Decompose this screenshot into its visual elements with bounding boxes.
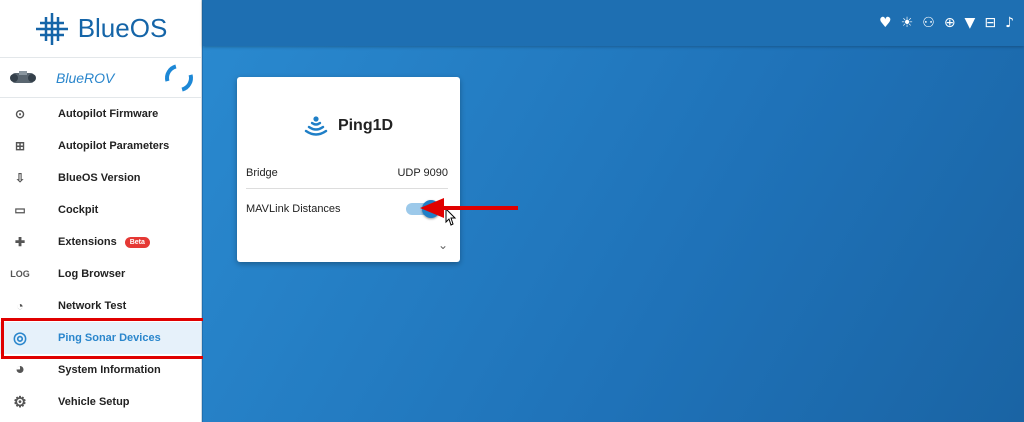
sidebar-item-cockpit[interactable]: ▭ Cockpit <box>0 194 201 226</box>
logo-text: BlueOS <box>77 13 168 43</box>
red-arrow-annotation <box>420 198 518 218</box>
network-icon[interactable]: ⊟ <box>984 14 996 32</box>
heart-pulse-icon[interactable]: ♥ <box>879 14 892 32</box>
sidebar-menu: ⊙ Autopilot Firmware ⊞ Autopilot Paramet… <box>0 98 201 418</box>
sidebar: BlueOS BlueROV ⊙ Autopilot Firmware ⊞ Au… <box>0 0 206 422</box>
sidebar-item-autopilot-parameters[interactable]: ⊞ Autopilot Parameters <box>0 130 201 162</box>
logo[interactable]: BlueOS <box>0 0 201 58</box>
sidebar-item-label: Network Test <box>58 300 127 312</box>
bridge-value: UDP 9090 <box>397 166 448 179</box>
speedometer-icon: ◔ <box>16 299 24 313</box>
rov-icon <box>10 70 36 83</box>
ping-device-card: Ping1D Bridge UDP 9090 MAVLink Distances… <box>237 77 460 262</box>
chevron-down-icon[interactable]: ⌄ <box>438 238 448 252</box>
top-bar: ♥ ☀ ⚇ ⊕ ▼ ⊟ ♪ <box>203 0 1024 46</box>
sonar-wave-icon <box>304 116 328 136</box>
sidebar-item-label: Autopilot Firmware <box>58 108 159 120</box>
puzzle-icon: ✚ <box>14 235 26 249</box>
gear-icon: ⚙ <box>13 394 27 411</box>
gamepad-icon: ▭ <box>14 203 26 217</box>
main-content: ♥ ☀ ⚇ ⊕ ▼ ⊟ ♪ Ping1D Bridge UDP 9090 MAV… <box>203 0 1024 422</box>
sidebar-item-label: BlueOS Version <box>58 172 141 184</box>
status-icons: ♥ ☀ ⚇ ⊕ ▼ ⊟ ♪ <box>879 14 1014 32</box>
pie-chart-icon: ◕ <box>15 361 25 378</box>
sun-icon[interactable]: ☀ <box>901 14 914 32</box>
vehicle-name: BlueROV <box>56 69 115 86</box>
blueos-logo-icon <box>35 12 68 45</box>
wifi-icon[interactable]: ▼ <box>965 14 976 32</box>
mavlink-label: MAVLink Distances <box>246 203 341 215</box>
sidebar-item-label: Autopilot Parameters <box>58 140 170 152</box>
sidebar-item-log-browser[interactable]: LOG Log Browser <box>0 258 201 290</box>
sonar-icon: ◎ <box>13 330 27 347</box>
sidebar-item-label: System Information <box>58 364 161 376</box>
robot-icon[interactable]: ⚇ <box>922 14 935 32</box>
vehicle-selector[interactable]: BlueROV <box>0 58 201 98</box>
refresh-icon[interactable] <box>159 58 199 97</box>
sidebar-item-network-test[interactable]: ◔ Network Test <box>0 290 201 322</box>
sidebar-item-ping-sonar-devices[interactable]: ◎ Ping Sonar Devices <box>0 322 201 354</box>
sidebar-item-system-information[interactable]: ◕ System Information <box>0 354 201 386</box>
sidebar-item-extensions[interactable]: ✚ Extensions Beta <box>0 226 201 258</box>
bell-icon[interactable]: ♪ <box>1005 14 1014 32</box>
sidebar-item-label: Extensions <box>58 236 117 248</box>
bridge-label: Bridge <box>246 166 278 179</box>
sidebar-item-label: Vehicle Setup <box>58 396 130 408</box>
log-icon: LOG <box>10 269 30 279</box>
sidebar-item-vehicle-setup[interactable]: ⚙ Vehicle Setup <box>0 386 201 418</box>
sidebar-item-label: Ping Sonar Devices <box>58 332 161 344</box>
sidebar-item-label: Cockpit <box>58 204 99 216</box>
card-header: Ping1D <box>237 115 460 137</box>
target-icon: ⊙ <box>14 107 26 121</box>
beta-badge: Beta <box>124 236 150 248</box>
sidebar-item-blueos-version[interactable]: ⇩ BlueOS Version <box>0 162 201 194</box>
device-title: Ping1D <box>337 117 394 134</box>
bridge-row: Bridge UDP 9090 <box>246 163 448 189</box>
sidebar-item-label: Log Browser <box>58 268 126 280</box>
globe-icon[interactable]: ⊕ <box>944 14 956 32</box>
table-icon: ⊞ <box>14 139 26 153</box>
sidebar-item-autopilot-firmware[interactable]: ⊙ Autopilot Firmware <box>0 98 201 130</box>
download-icon: ⇩ <box>14 171 26 185</box>
